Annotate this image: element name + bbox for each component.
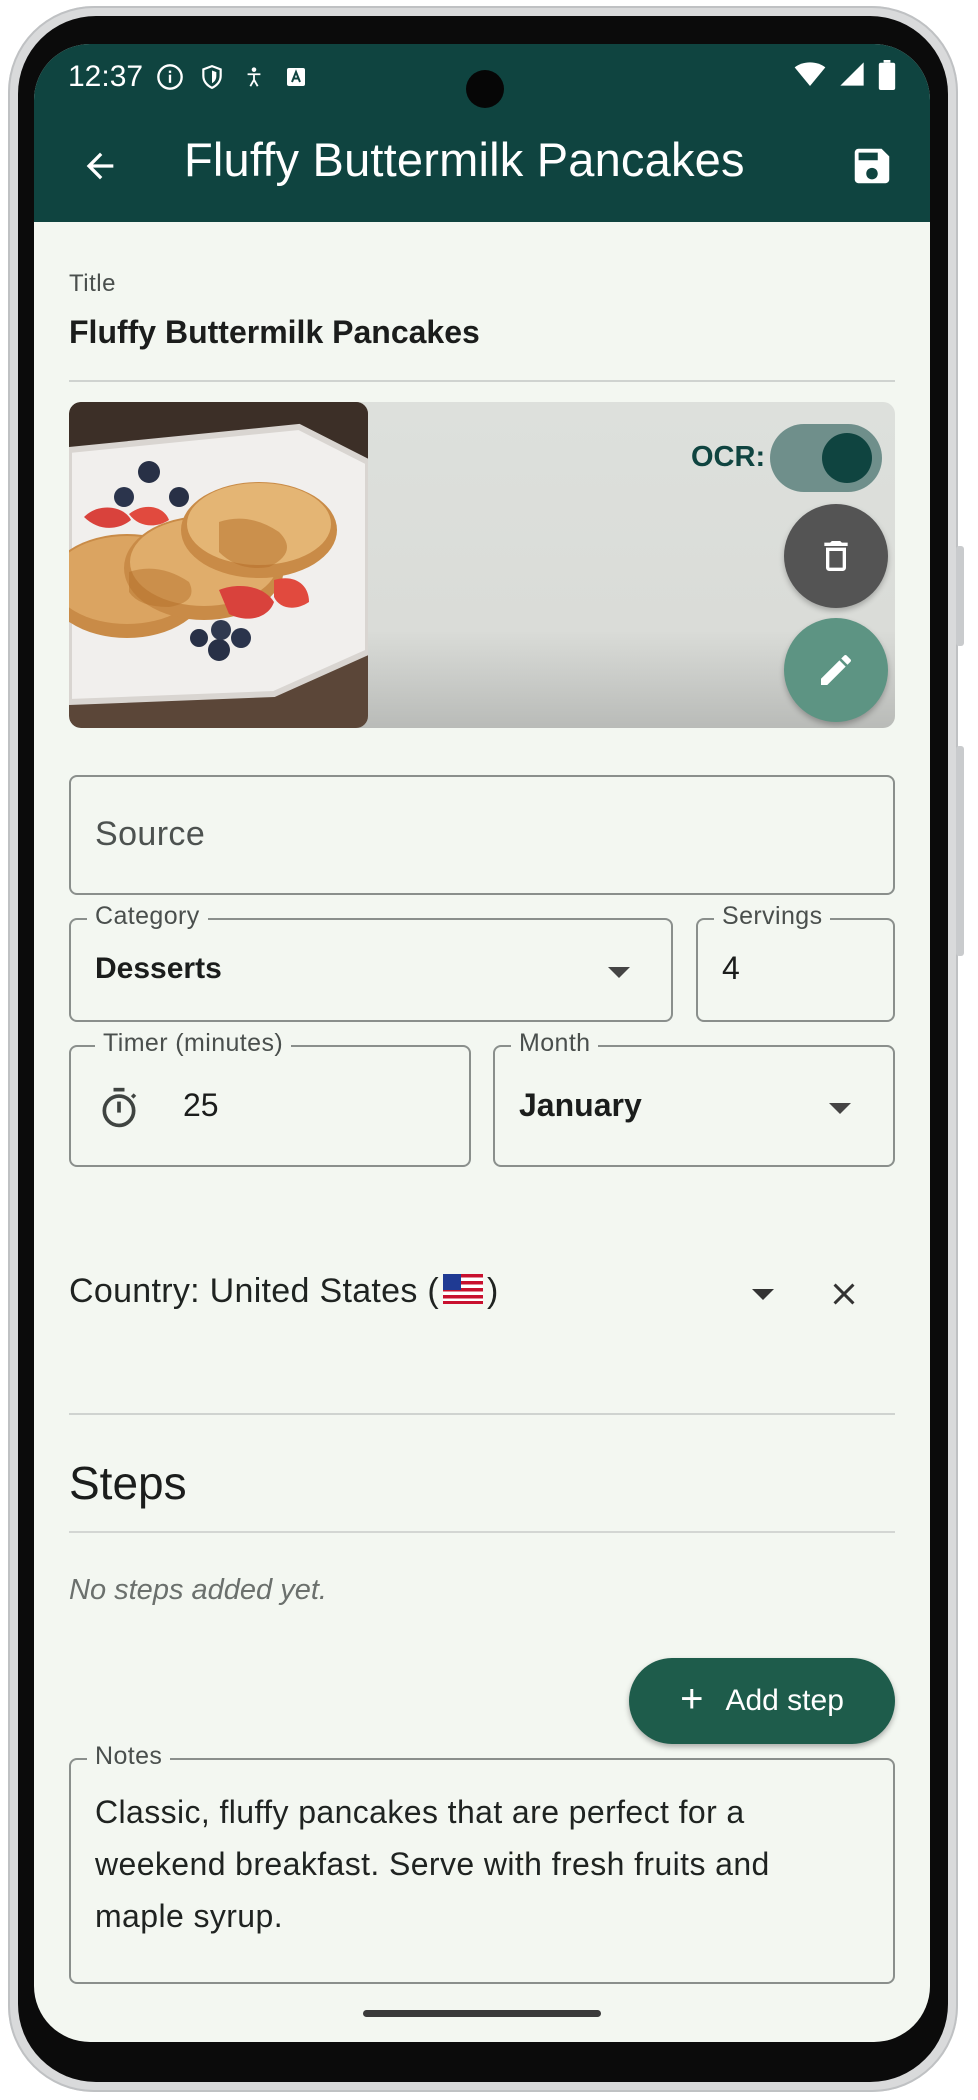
- notes-label: Notes: [87, 1742, 171, 1771]
- recipe-image-card: OCR:: [69, 402, 895, 728]
- add-step-label: Add step: [725, 1684, 844, 1717]
- source-input[interactable]: Source: [69, 775, 895, 895]
- ocr-toggle[interactable]: [770, 424, 882, 492]
- timer-input[interactable]: Timer (minutes) 25: [69, 1029, 471, 1167]
- servings-value: 4: [722, 950, 740, 986]
- timer-label: Timer (minutes): [95, 1029, 292, 1058]
- timer-icon: [97, 1085, 141, 1136]
- close-icon: [833, 1283, 855, 1305]
- notes-value: Classic, fluffy pancakes that are perfec…: [95, 1794, 770, 1934]
- status-right-icons: [794, 60, 896, 95]
- shield-icon: [197, 62, 227, 92]
- app-bar: 12:37 Fluffy Buttermilk Pancakes: [34, 44, 930, 222]
- chevron-down-icon: [608, 967, 630, 978]
- steps-heading: Steps: [69, 1457, 187, 1509]
- section-divider: [69, 1413, 895, 1415]
- back-button[interactable]: [70, 136, 130, 196]
- month-value: January: [519, 1087, 642, 1123]
- title-underline: [69, 380, 895, 382]
- us-flag-icon: [443, 1273, 484, 1313]
- source-placeholder: Source: [95, 815, 206, 853]
- plus-icon: +: [680, 1676, 704, 1721]
- page-title: Fluffy Buttermilk Pancakes: [184, 133, 745, 186]
- add-step-button[interactable]: + Add step: [629, 1658, 895, 1744]
- app-screen: 12:37 Fluffy Buttermilk Pancakes Title F…: [34, 44, 930, 2042]
- trash-icon: [824, 541, 848, 571]
- timer-value: 25: [183, 1087, 219, 1123]
- delete-image-button[interactable]: [784, 504, 888, 608]
- power-button: [956, 746, 964, 956]
- accessibility-icon: [239, 62, 269, 92]
- category-value: Desserts: [95, 952, 222, 985]
- month-label: Month: [511, 1029, 599, 1058]
- ocr-toggle-knob: [822, 433, 872, 483]
- front-camera: [466, 70, 504, 108]
- notes-textarea[interactable]: Notes Classic, fluffy pancakes that are …: [69, 1742, 895, 1984]
- clear-country-button[interactable]: [822, 1272, 866, 1316]
- translate-icon: [281, 62, 311, 92]
- no-steps-text: No steps added yet.: [69, 1574, 327, 1606]
- title-input[interactable]: Fluffy Buttermilk Pancakes: [69, 314, 480, 351]
- recipe-photo[interactable]: [69, 402, 368, 728]
- info-icon: [155, 62, 185, 92]
- ocr-label: OCR:: [691, 441, 766, 473]
- country-select[interactable]: Country: United States ( ): [69, 1272, 499, 1313]
- save-button[interactable]: [844, 138, 900, 194]
- title-label: Title: [69, 270, 116, 297]
- volume-button: [956, 546, 964, 646]
- status-time: 12:37: [68, 60, 144, 93]
- category-label: Category: [87, 902, 208, 931]
- save-icon: [854, 148, 890, 184]
- battery-icon: [878, 60, 896, 95]
- arrow-back-icon: [86, 152, 114, 180]
- cellular-signal-icon: [838, 60, 866, 95]
- servings-input[interactable]: Servings 4: [696, 902, 895, 1022]
- month-select[interactable]: Month January: [493, 1029, 895, 1167]
- chevron-down-icon: [829, 1103, 851, 1114]
- servings-label: Servings: [714, 902, 831, 931]
- pencil-icon: [821, 654, 851, 685]
- category-select[interactable]: Category Desserts: [69, 902, 673, 1022]
- edit-image-button[interactable]: [784, 618, 888, 722]
- wifi-icon: [794, 60, 826, 95]
- steps-divider: [69, 1531, 895, 1533]
- country-label-end: ): [487, 1272, 499, 1310]
- country-chevron-down-icon[interactable]: [752, 1289, 774, 1300]
- home-indicator[interactable]: [363, 2010, 601, 2017]
- country-label: Country: United States (: [69, 1272, 440, 1310]
